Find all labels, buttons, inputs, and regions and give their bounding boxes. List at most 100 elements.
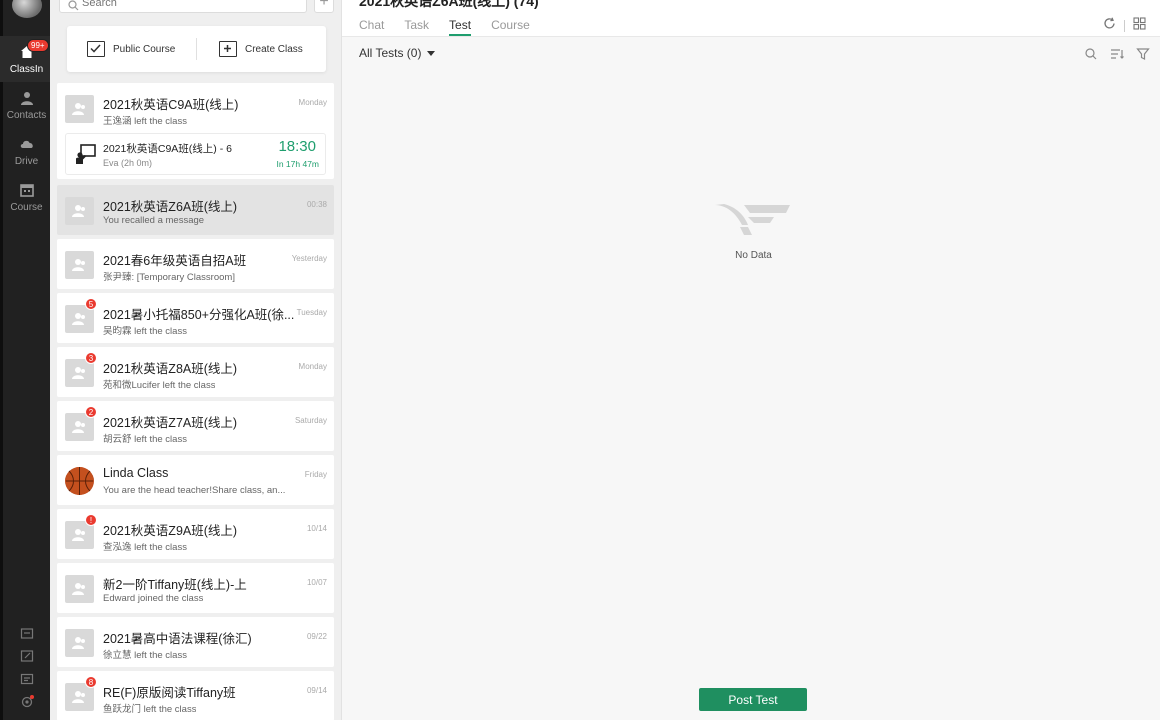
lesson-teacher: Eva (2h 0m) bbox=[103, 158, 153, 168]
filter-icon[interactable] bbox=[1136, 47, 1150, 61]
contacts-icon bbox=[19, 90, 35, 106]
conversation-item-selected[interactable]: 2021秋英语Z6A班(线上) You recalled a message 0… bbox=[57, 185, 334, 235]
checkbox-icon bbox=[87, 41, 105, 57]
conversation-time: Monday bbox=[298, 98, 327, 107]
plus-box-icon bbox=[219, 41, 237, 57]
unread-badge: ! bbox=[85, 514, 97, 526]
conversation-preview: Edward joined the class bbox=[103, 593, 204, 604]
conversation-preview: 吴昀霖 left the class bbox=[103, 326, 187, 337]
search-box[interactable] bbox=[59, 0, 307, 13]
conversation-preview: 张尹臻: [Temporary Classroom] bbox=[103, 272, 235, 283]
conversation-item[interactable]: 2021暑高中语法课程(徐汇) 徐立慧 left the class 09/22 bbox=[57, 617, 334, 667]
conversation-preview: You are the head teacher!Share class, an… bbox=[103, 485, 286, 496]
group-avatar bbox=[65, 629, 94, 657]
left-navigation: ClassIn 99+ Contacts Drive Course bbox=[0, 0, 53, 720]
unread-badge: 5 bbox=[85, 298, 97, 310]
chevron-down-icon bbox=[427, 50, 436, 56]
conversation-time: Saturday bbox=[294, 416, 327, 425]
user-avatar[interactable] bbox=[12, 0, 42, 18]
lesson-title: 2021秋英语C9A班(线上) - 6 bbox=[103, 143, 232, 155]
conversation-title: RE(F)原版阅读Tiffany班 bbox=[103, 686, 236, 700]
conversation-item[interactable]: 新2一阶Tiffany班(线上)-上 Edward joined the cla… bbox=[57, 563, 334, 613]
conversation-time: Tuesday bbox=[296, 308, 327, 317]
divider bbox=[196, 38, 197, 60]
conversation-time: 10/07 bbox=[306, 578, 327, 587]
grid-icon[interactable] bbox=[1133, 17, 1146, 35]
conversation-header-title: 2021秋英语Z6A班(线上) (74) bbox=[359, 0, 539, 9]
lesson-countdown: In 17h 47m bbox=[276, 159, 319, 169]
group-avatar bbox=[65, 95, 94, 123]
empty-state-logo-icon bbox=[714, 201, 792, 237]
conversation-title: 新2一阶Tiffany班(线上)-上 bbox=[103, 578, 247, 592]
nav-classin[interactable]: ClassIn 99+ bbox=[0, 36, 53, 82]
conversation-preview: 胡云舒 left the class bbox=[103, 434, 187, 445]
conversation-preview: 查泓逸 left the class bbox=[103, 542, 187, 553]
group-avatar bbox=[65, 197, 94, 225]
conversation-title: 2021秋英语Z8A班(线上) bbox=[103, 362, 238, 376]
nav-classin-label: ClassIn bbox=[9, 64, 44, 75]
conversation-item[interactable]: ! 2021秋英语Z9A班(线上) 查泓逸 left the class 10/… bbox=[57, 509, 334, 559]
conversation-time: Friday bbox=[304, 470, 327, 479]
create-class-button[interactable]: Create Class bbox=[219, 26, 303, 72]
unread-badge: 99+ bbox=[27, 39, 49, 52]
refresh-icon[interactable] bbox=[1103, 17, 1116, 35]
conversation-item[interactable]: 3 2021秋英语Z8A班(线上) 苑和微Lucifer left the cl… bbox=[57, 347, 334, 397]
divider bbox=[1124, 20, 1125, 32]
basketball-avatar bbox=[65, 467, 94, 495]
conversation-title: Linda Class bbox=[103, 466, 169, 480]
conversation-preview: 徐立慧 left the class bbox=[103, 650, 187, 661]
nav-course[interactable]: Course bbox=[0, 174, 53, 220]
public-course-label: Public Course bbox=[113, 43, 176, 55]
conversation-time: Yesterday bbox=[291, 254, 327, 263]
tab-task[interactable]: Task bbox=[404, 18, 429, 36]
conversation-item[interactable]: 2021春6年级英语自招A班 张尹臻: [Temporary Classroom… bbox=[57, 239, 334, 289]
conversation-time: 09/22 bbox=[306, 632, 327, 641]
public-course-button[interactable]: Public Course bbox=[87, 26, 175, 72]
folder-icon[interactable] bbox=[20, 626, 34, 640]
nav-course-label: Course bbox=[10, 202, 43, 213]
calendar-icon bbox=[19, 182, 35, 198]
conversation-preview: 鱼跃龙门 left the class bbox=[103, 704, 197, 715]
conversation-time: Monday bbox=[298, 362, 327, 371]
edit-icon[interactable] bbox=[20, 649, 34, 663]
nav-contacts[interactable]: Contacts bbox=[0, 82, 53, 128]
add-button[interactable]: + bbox=[314, 0, 334, 13]
nav-drive[interactable]: Drive bbox=[0, 128, 53, 174]
sort-icon[interactable] bbox=[1110, 47, 1124, 61]
unread-badge: 2 bbox=[85, 406, 97, 418]
conversation-title: 2021暑小托福850+分强化A班(徐... bbox=[103, 308, 295, 322]
search-input[interactable] bbox=[82, 0, 302, 11]
search-icon bbox=[68, 0, 79, 11]
post-test-button[interactable]: Post Test bbox=[699, 688, 807, 711]
upcoming-lesson-card[interactable]: 2021秋英语C9A班(线上) - 6 Eva (2h 0m) 18:30 In… bbox=[65, 133, 326, 175]
group-avatar bbox=[65, 251, 94, 279]
conversation-title: 2021秋英语C9A班(线上) bbox=[103, 98, 239, 112]
lesson-start-time: 18:30 bbox=[278, 138, 316, 155]
content-tools bbox=[1072, 47, 1150, 61]
conversation-time: 10/14 bbox=[306, 524, 327, 533]
tab-test[interactable]: Test bbox=[449, 18, 472, 36]
top-toolbar bbox=[1103, 17, 1146, 35]
nav-contacts-label: Contacts bbox=[6, 110, 47, 121]
nav-drive-label: Drive bbox=[14, 156, 39, 167]
teacher-board-icon bbox=[75, 143, 97, 165]
unread-badge: 3 bbox=[85, 352, 97, 364]
conversation-title: 2021暑高中语法课程(徐汇) bbox=[103, 632, 252, 646]
conversation-time: 00:38 bbox=[306, 200, 327, 209]
conversation-item[interactable]: 5 2021暑小托福850+分强化A班(徐... 吴昀霖 left the cl… bbox=[57, 293, 334, 343]
conversation-item[interactable]: 8 RE(F)原版阅读Tiffany班 鱼跃龙门 left the class … bbox=[57, 671, 334, 720]
conversation-item[interactable]: 2 2021秋英语Z7A班(线上) 胡云舒 left the class Sat… bbox=[57, 401, 334, 451]
search-icon[interactable] bbox=[1084, 47, 1098, 61]
conversation-title: 2021秋英语Z7A班(线上) bbox=[103, 416, 238, 430]
conversation-preview: You recalled a message bbox=[103, 215, 205, 226]
tab-course[interactable]: Course bbox=[491, 18, 530, 36]
message-icon[interactable] bbox=[20, 672, 34, 686]
group-avatar bbox=[65, 575, 94, 603]
conversation-item[interactable]: Linda Class You are the head teacher!Sha… bbox=[57, 455, 334, 505]
conversation-time: 09/14 bbox=[306, 686, 327, 695]
unread-badge: 8 bbox=[85, 676, 97, 688]
tab-chat[interactable]: Chat bbox=[359, 18, 384, 36]
conversation-preview: 苑和微Lucifer left the class bbox=[103, 380, 216, 391]
settings-icon[interactable] bbox=[20, 695, 34, 709]
test-filter-dropdown[interactable]: All Tests (0) bbox=[359, 46, 436, 60]
